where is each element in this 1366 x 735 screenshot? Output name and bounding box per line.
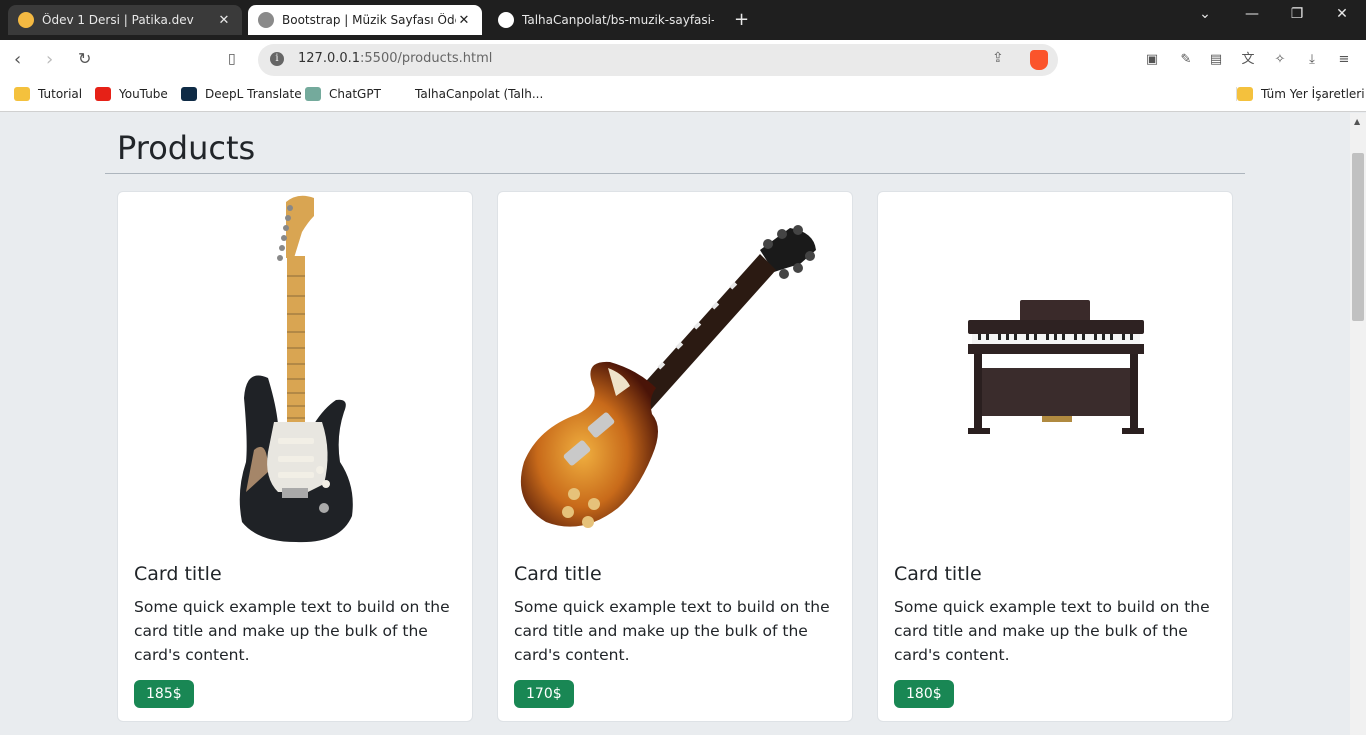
bookmark-label: DeepL Translate [205,87,302,101]
new-tab-button[interactable]: + [734,9,749,30]
bookmark-chatgpt[interactable]: ChatGPT [305,87,381,101]
folder-icon [14,87,30,101]
card-text: Some quick example text to build on the … [134,598,450,664]
globe-icon [258,12,274,28]
electric-guitar-image [118,192,472,552]
bookmark-tutorial[interactable]: Tutorial [14,87,82,101]
brave-shield-icon[interactable] [1030,50,1048,70]
youtube-icon [95,87,111,101]
extension-search-icon[interactable]: ▣ [1144,52,1160,68]
close-icon[interactable]: ✕ [456,13,472,28]
card-title: Card title [894,563,982,585]
bookmark-label: YouTube [119,87,168,101]
deepl-icon [181,87,197,101]
heading-divider [105,173,1245,174]
extension-color-icon[interactable]: ✎ [1178,52,1194,68]
price-badge: 185$ [134,680,194,708]
page-title: Products [117,129,256,167]
tab-search-icon[interactable]: ⌄ [1185,6,1225,22]
tab-github[interactable]: TalhaCanpolat/bs-muzik-sayfasi-ode [488,5,724,35]
price-badge: 180$ [894,680,954,708]
extension-copy-icon[interactable]: ▤ [1208,52,1224,68]
extensions-icon[interactable]: ✧ [1272,52,1288,68]
page-content: Products Card title Some quick example t… [0,113,1350,735]
product-card: Card title Some quick example text to bu… [117,191,473,722]
bookmark-label: Tutorial [38,87,83,101]
product-card: Card title Some quick example text to bu… [877,191,1233,722]
bookmark-label: TalhaCanpolat (Talh... [415,87,544,101]
folder-icon [1237,87,1253,101]
tab-patika[interactable]: Ödev 1 Dersi | Patika.dev ✕ [8,5,242,35]
tab-bootstrap[interactable]: Bootstrap | Müzik Sayfası Ödev - ✕ [248,5,482,35]
bookmark-label: ChatGPT [329,87,381,101]
menu-icon[interactable]: ≡ [1336,52,1352,68]
chatgpt-icon [305,87,321,101]
scroll-thumb[interactable] [1352,153,1364,321]
card-text: Some quick example text to build on the … [894,598,1210,664]
github-icon [391,87,407,101]
bookmark-deepl[interactable]: DeepL Translate [181,87,302,101]
card-title: Card title [514,563,602,585]
page-scrollbar[interactable]: ▲ [1350,113,1366,735]
url-text[interactable]: 127.0.0.1:5500/products.html [298,51,492,66]
back-icon[interactable]: ‹ [14,49,21,70]
card-text: Some quick example text to build on the … [514,598,830,664]
bookmark-all[interactable]: Tüm Yer İşaretleri [1236,87,1365,101]
digital-piano-image [878,192,1232,552]
restore-button[interactable]: ❐ [1277,6,1317,22]
tab-title: Ödev 1 Dersi | Patika.dev [42,13,194,27]
tab-title: Bootstrap | Müzik Sayfası Ödev - [282,13,456,27]
github-icon [498,12,514,28]
minimize-button[interactable]: — [1232,6,1272,22]
bookmarks-bar: Tutorial YouTube DeepL Translate ChatGPT… [0,80,1366,112]
les-paul-guitar-image [498,192,852,552]
product-card: Card title Some quick example text to bu… [497,191,853,722]
card-title: Card title [134,563,222,585]
bookmark-youtube[interactable]: YouTube [95,87,168,101]
patika-favicon-icon [18,12,34,28]
scroll-up-arrow-icon[interactable]: ▲ [1354,117,1360,126]
share-icon[interactable]: ⇪ [992,50,1004,66]
window-close-button[interactable]: ✕ [1322,6,1362,22]
bookmark-label: Tüm Yer İşaretleri [1261,87,1365,101]
bookmark-github[interactable]: TalhaCanpolat (Talh... [391,87,543,101]
address-bar[interactable]: i 127.0.0.1:5500/products.html ⇪ [258,44,1058,76]
translate-icon[interactable]: 文 [1240,52,1256,68]
close-icon[interactable]: ✕ [216,13,232,28]
reload-icon[interactable]: ↻ [78,49,91,68]
site-info-icon[interactable]: i [270,52,284,66]
tab-strip: Ödev 1 Dersi | Patika.dev ✕ Bootstrap | … [0,0,1366,40]
tab-title: TalhaCanpolat/bs-muzik-sayfasi-ode [522,13,714,27]
bookmark-icon[interactable]: ▯ [228,51,236,67]
forward-icon[interactable]: › [46,49,53,70]
price-badge: 170$ [514,680,574,708]
download-icon[interactable]: ⤓ [1304,52,1320,68]
